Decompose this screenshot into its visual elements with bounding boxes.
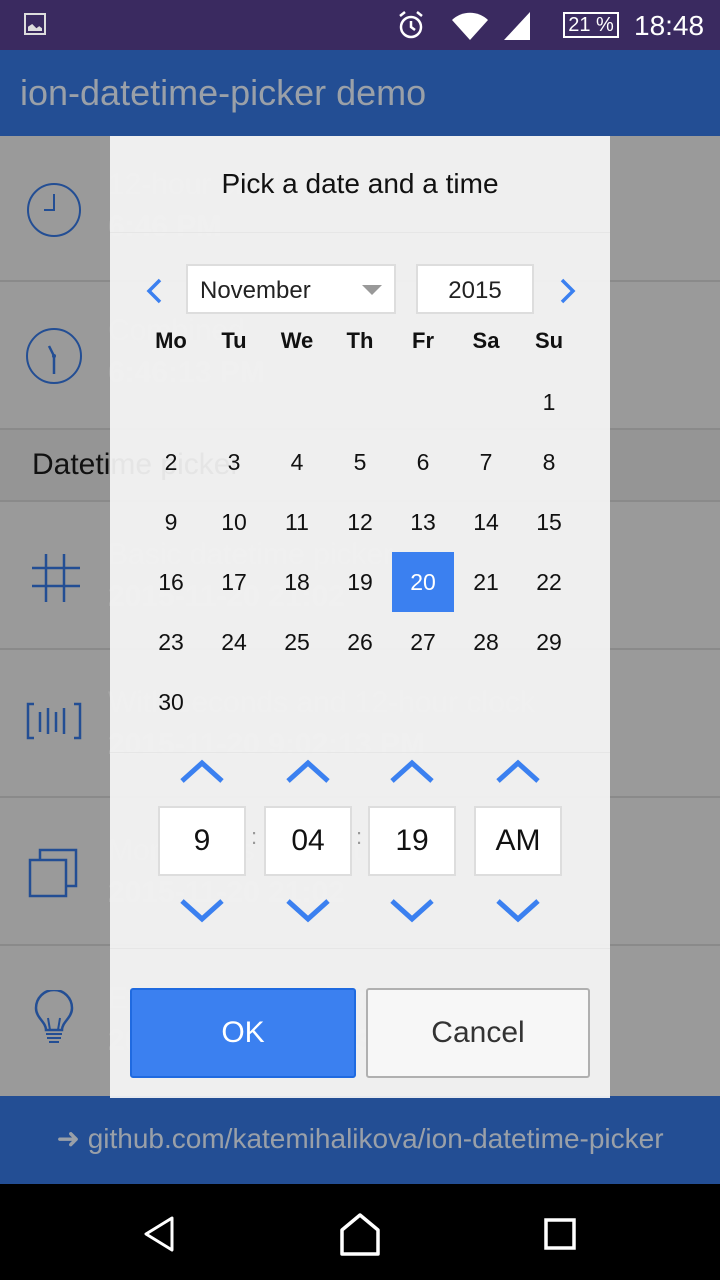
day-cell[interactable]: 16: [140, 552, 202, 612]
day-cell[interactable]: 25: [266, 612, 328, 672]
day-cell[interactable]: 12: [329, 492, 391, 552]
divider: [110, 232, 610, 233]
divider: [110, 752, 610, 753]
year-input[interactable]: 2015: [416, 264, 534, 314]
weekday-label: Th: [346, 328, 374, 353]
day-cell[interactable]: 6: [392, 432, 454, 492]
barcode-icon: [26, 702, 82, 740]
day-cell[interactable]: 5: [329, 432, 391, 492]
signal-icon: [504, 12, 530, 40]
day-cell[interactable]: 10: [203, 492, 265, 552]
copy-icon: [28, 848, 78, 898]
weekday-header: Mo Tu We Th Fr Sa Su: [140, 328, 580, 358]
day-cell[interactable]: 24: [203, 612, 265, 672]
footer: ➜ github.com/katemihalikova/ion-datetime…: [0, 1096, 720, 1184]
github-link[interactable]: ➜ github.com/katemihalikova/ion-datetime…: [0, 1122, 720, 1155]
day-cell[interactable]: 3: [203, 432, 265, 492]
day-cell[interactable]: 28: [455, 612, 517, 672]
dialog-title: Pick a date and a time: [221, 168, 499, 199]
day-cell[interactable]: 19: [329, 552, 391, 612]
clock-icon: [27, 183, 81, 237]
day-cell[interactable]: 7: [455, 432, 517, 492]
weekday-label: Fr: [412, 328, 434, 353]
day-cell[interactable]: 30: [140, 672, 202, 732]
day-cell[interactable]: 22: [518, 552, 580, 612]
hour-field[interactable]: 9: [158, 806, 246, 876]
datetime-picker-dialog: Pick a date and a time November 2015 Mo T…: [110, 136, 610, 1098]
second-field[interactable]: 19: [368, 806, 456, 876]
chevron-down-icon: [362, 285, 382, 295]
clock-time: 18:48: [634, 10, 705, 41]
back-icon[interactable]: [140, 1214, 180, 1254]
time-colon: :: [251, 824, 258, 849]
month-select[interactable]: November: [186, 264, 396, 314]
grid-icon: [32, 554, 80, 602]
day-cell[interactable]: 1: [518, 372, 580, 432]
image-icon: [24, 13, 46, 35]
time-colon: :: [356, 824, 363, 849]
weekday-label: Mo: [155, 328, 187, 353]
meridiem-field[interactable]: AM: [474, 806, 562, 876]
weekday-label: Sa: [472, 328, 500, 353]
cancel-button[interactable]: Cancel: [366, 988, 590, 1078]
home-icon[interactable]: [338, 1212, 382, 1256]
second-up-icon[interactable]: [390, 758, 434, 784]
hour-up-icon[interactable]: [180, 758, 224, 784]
meridiem-up-icon[interactable]: [496, 758, 540, 784]
weekday-label: We: [280, 328, 314, 353]
app-title: ion-datetime-picker demo: [20, 72, 427, 113]
day-cell-selected[interactable]: 20: [392, 552, 454, 612]
system-nav-bar: [0, 1184, 720, 1280]
day-cell[interactable]: 15: [518, 492, 580, 552]
divider: [110, 948, 610, 949]
day-cell[interactable]: 27: [392, 612, 454, 672]
calendar-grid: 1 2 3 4 5 6 7 8 9 10 11 12 13 14 15 16 17 18 19 20 21 22 23 24 2…: [140, 372, 580, 732]
second-down-icon[interactable]: [390, 898, 434, 924]
day-cell[interactable]: 26: [329, 612, 391, 672]
day-cell[interactable]: 21: [455, 552, 517, 612]
meridiem-down-icon[interactable]: [496, 898, 540, 924]
battery-icon: 21 %: [563, 12, 619, 38]
day-cell[interactable]: 9: [140, 492, 202, 552]
app-bar: ion-datetime-picker demo: [0, 50, 720, 136]
clock-detailed-icon: [26, 328, 82, 384]
minute-down-icon[interactable]: [286, 898, 330, 924]
day-cell[interactable]: 17: [203, 552, 265, 612]
day-cell[interactable]: 18: [266, 552, 328, 612]
wifi-icon: [452, 12, 488, 40]
next-month-icon[interactable]: [552, 276, 582, 306]
weekday-label: Tu: [221, 328, 247, 353]
recents-icon[interactable]: [540, 1214, 580, 1254]
alarm-icon: [399, 11, 423, 39]
status-bar: 21 % 18:48: [0, 0, 720, 50]
minute-field[interactable]: 04: [264, 806, 352, 876]
day-cell[interactable]: 4: [266, 432, 328, 492]
day-cell[interactable]: 13: [392, 492, 454, 552]
day-cell[interactable]: 29: [518, 612, 580, 672]
prev-month-icon[interactable]: [140, 276, 170, 306]
hour-down-icon[interactable]: [180, 898, 224, 924]
day-cell[interactable]: 11: [266, 492, 328, 552]
day-cell[interactable]: 2: [140, 432, 202, 492]
minute-up-icon[interactable]: [286, 758, 330, 784]
day-cell[interactable]: 14: [455, 492, 517, 552]
day-cell[interactable]: 23: [140, 612, 202, 672]
bulb-icon: [34, 990, 74, 1043]
weekday-label: Su: [534, 328, 564, 353]
day-cell[interactable]: 8: [518, 432, 580, 492]
ok-button[interactable]: OK: [130, 988, 356, 1078]
